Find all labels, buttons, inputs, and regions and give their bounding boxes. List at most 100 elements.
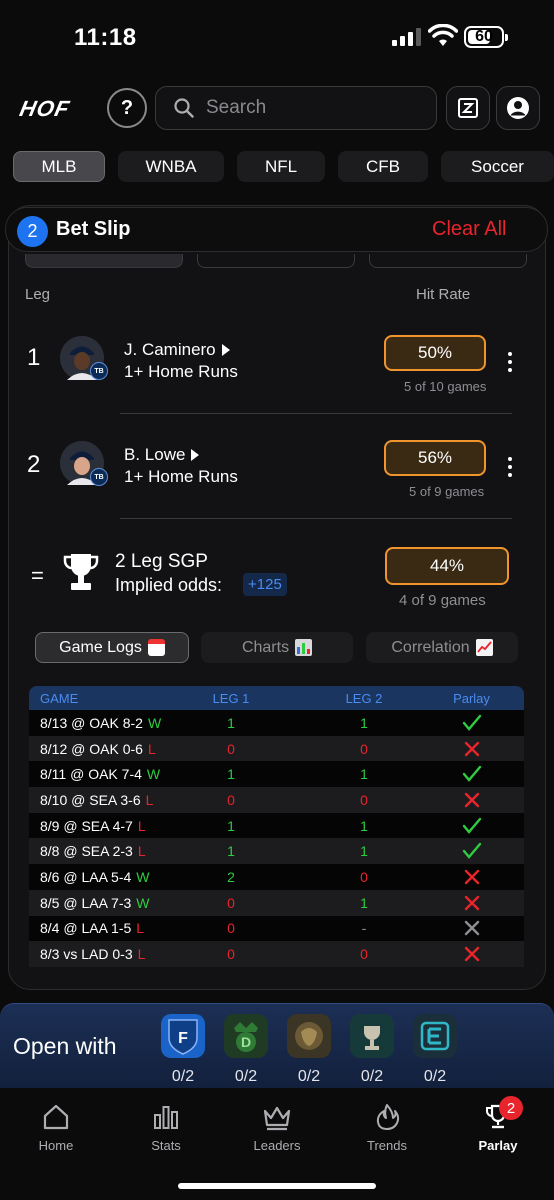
leg2-cell: 1 (360, 766, 368, 783)
close-icon (405, 946, 524, 962)
player-name-link[interactable]: B. Lowe (124, 445, 200, 465)
tab-game-logs[interactable]: Game Logs (35, 632, 189, 663)
tab-charts[interactable]: Charts (201, 632, 353, 663)
espnbet-button[interactable] (413, 1014, 457, 1058)
player-avatar[interactable]: TB (60, 441, 108, 486)
espnbet-icon (413, 1014, 457, 1058)
nav-parlay[interactable]: Parlay (458, 1102, 538, 1153)
game-cell: 8/13 @ OAK 8-2 W (29, 715, 199, 731)
game-result: L (137, 817, 146, 834)
bar-chart-icon (154, 1106, 178, 1129)
zig-button[interactable] (446, 86, 490, 130)
game-label: 8/3 vs LAD 0-3 (40, 946, 133, 963)
play-arrow-icon (191, 449, 200, 461)
check-icon (405, 714, 524, 732)
table-row[interactable]: 8/10 @ SEA 3-6 L 0 0 (29, 787, 524, 813)
table-row[interactable]: 8/12 @ OAK 0-6 L 0 0 (29, 735, 524, 762)
question-icon: ? (120, 96, 134, 119)
parlay-hit-rate-badge[interactable]: 44% (385, 547, 509, 585)
wifi-icon (428, 24, 458, 46)
caesars-icon (350, 1014, 394, 1058)
play-arrow-icon (221, 344, 230, 356)
fanduel-button[interactable]: F (161, 1014, 205, 1058)
hidden-tab[interactable] (369, 254, 527, 268)
nav-stats[interactable]: Stats (126, 1102, 206, 1153)
open-with-label: Open with (13, 1033, 117, 1059)
tab-soccer[interactable]: Soccer (441, 151, 554, 182)
player-name: B. Lowe (124, 445, 186, 464)
more-options-icon[interactable] (507, 457, 513, 477)
table-row[interactable]: 8/13 @ OAK 8-2 W 1 1 (29, 710, 524, 736)
tab-correlation[interactable]: Correlation (366, 632, 518, 663)
game-label: 8/5 @ LAA 7-3 (40, 894, 132, 911)
game-cell: 8/6 @ LAA 5-4 W (29, 869, 199, 885)
draftkings-button[interactable]: D (224, 1014, 268, 1058)
game-label: 8/12 @ OAK 0-6 (40, 740, 143, 757)
leg-number: 2 (27, 451, 41, 478)
game-label: 8/8 @ SEA 2-3 (40, 843, 133, 860)
clear-all-button[interactable]: Clear All (432, 218, 506, 241)
draftkings-count: 0/2 (234, 1068, 258, 1085)
player-name: J. Caminero (124, 340, 216, 359)
home-indicator[interactable] (178, 1183, 376, 1189)
game-result: L (136, 920, 145, 937)
leg1-cell: 1 (227, 766, 235, 783)
game-label: 8/13 @ OAK 8-2 (40, 714, 143, 731)
player-name-link[interactable]: J. Caminero (124, 340, 230, 360)
leg1-cell: 0 (227, 920, 235, 937)
implied-odds-value: +125 (243, 573, 287, 596)
game-result: W (146, 766, 161, 783)
table-row[interactable]: 8/8 @ SEA 2-3 L 1 1 (29, 838, 524, 865)
hidden-tab[interactable] (25, 254, 183, 268)
team-logo-icon: TB (90, 362, 108, 380)
leg1-cell: 1 (227, 714, 235, 731)
crown-icon (263, 1106, 291, 1131)
more-options-icon[interactable] (507, 352, 513, 372)
tab-wnba[interactable]: WNBA (118, 151, 224, 182)
notepad-icon (458, 98, 478, 118)
leg2-cell: 1 (360, 714, 368, 731)
calendar-icon (147, 639, 165, 656)
leg1-cell: 0 (227, 894, 235, 911)
help-button[interactable]: ? (107, 88, 147, 128)
leg1-cell: 2 (227, 868, 235, 885)
tab-nfl[interactable]: NFL (237, 151, 325, 182)
hit-rate-badge[interactable]: 56% (384, 440, 486, 476)
app-logo[interactable]: HOF (17, 96, 72, 122)
game-cell: 8/3 vs LAD 0-3 L (29, 946, 199, 962)
hidden-tab[interactable] (197, 254, 355, 268)
table-row[interactable]: 8/6 @ LAA 5-4 W 2 0 (29, 864, 524, 890)
table-row[interactable]: 8/4 @ LAA 1-5 L 0 - (29, 915, 524, 942)
tab-label: Game Logs (59, 638, 142, 656)
table-row[interactable]: 8/3 vs LAD 0-3 L 0 0 (29, 941, 524, 967)
game-cell: 8/9 @ SEA 4-7 L (29, 818, 199, 834)
nav-label: Stats (151, 1138, 181, 1153)
leg2-cell: 0 (360, 791, 368, 808)
status-time: 11:18 (74, 24, 137, 51)
game-result: W (147, 714, 162, 731)
nav-home[interactable]: Home (16, 1102, 96, 1153)
profile-button[interactable] (496, 86, 540, 130)
col-game: GAME (40, 690, 79, 706)
parlay-hit-rate-sub: 4 of 9 games (399, 592, 486, 609)
fanduel-count: 0/2 (171, 1068, 195, 1085)
flame-icon (376, 1104, 400, 1130)
player-avatar[interactable]: TB (60, 336, 108, 380)
tab-cfb[interactable]: CFB (338, 151, 428, 182)
search-bar[interactable] (155, 86, 437, 130)
tab-mlb[interactable]: MLB (13, 151, 105, 182)
search-input[interactable] (206, 97, 426, 119)
table-row[interactable]: 8/5 @ LAA 7-3 W 0 1 (29, 889, 524, 916)
table-row[interactable]: 8/9 @ SEA 4-7 L 1 1 (29, 812, 524, 839)
table-row[interactable]: 8/11 @ OAK 7-4 W 1 1 (29, 761, 524, 788)
nav-trends[interactable]: Trends (347, 1102, 427, 1153)
game-cell: 8/11 @ OAK 7-4 W (29, 766, 199, 782)
game-result: L (137, 843, 146, 860)
caesars-button[interactable] (350, 1014, 394, 1058)
hit-rate-badge[interactable]: 50% (384, 335, 486, 371)
nav-leaders[interactable]: Leaders (237, 1102, 317, 1153)
betmgm-button[interactable] (287, 1014, 331, 1058)
search-icon (174, 98, 194, 118)
game-result: W (136, 894, 150, 911)
game-log-table: GAME LEG 1 LEG 2 Parlay 8/13 @ OAK 8-2 W 1… (29, 686, 524, 967)
